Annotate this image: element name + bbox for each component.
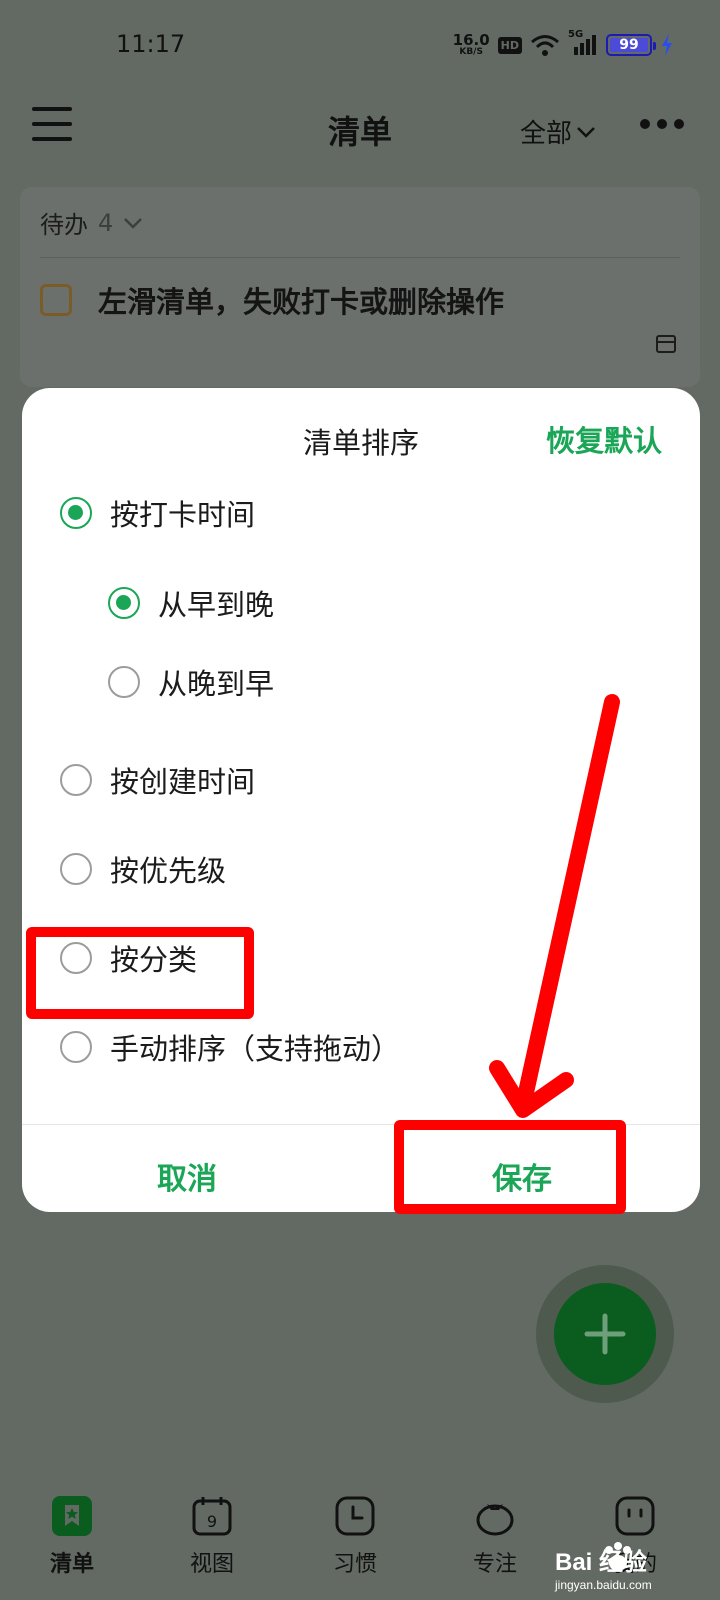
nav-label: 习惯 — [332, 1552, 377, 1577]
nav-label: 视图 — [189, 1552, 234, 1577]
nav-label: 专注 — [472, 1552, 517, 1577]
nav-item-focus[interactable]: 专注 — [445, 1496, 545, 1578]
add-task-button[interactable] — [554, 1283, 656, 1385]
watermark: Bai 经验 jingyan.baidu.com — [553, 1540, 703, 1600]
tomato-icon — [475, 1496, 515, 1536]
plus-icon — [584, 1313, 626, 1355]
profile-icon — [615, 1496, 655, 1536]
nav-item-view[interactable]: 9 视图 — [162, 1496, 262, 1578]
clock-icon — [335, 1496, 375, 1536]
checklist-icon — [52, 1496, 92, 1536]
nav-item-checklist[interactable]: 清单 — [22, 1496, 122, 1578]
nav-item-habit[interactable]: 习惯 — [305, 1496, 405, 1578]
paw-icon — [605, 1542, 631, 1571]
calendar-day: 9 — [207, 1512, 217, 1531]
watermark-url: jingyan.baidu.com — [555, 1578, 652, 1592]
nav-label: 清单 — [49, 1552, 94, 1577]
calendar-icon: 9 — [192, 1496, 232, 1536]
